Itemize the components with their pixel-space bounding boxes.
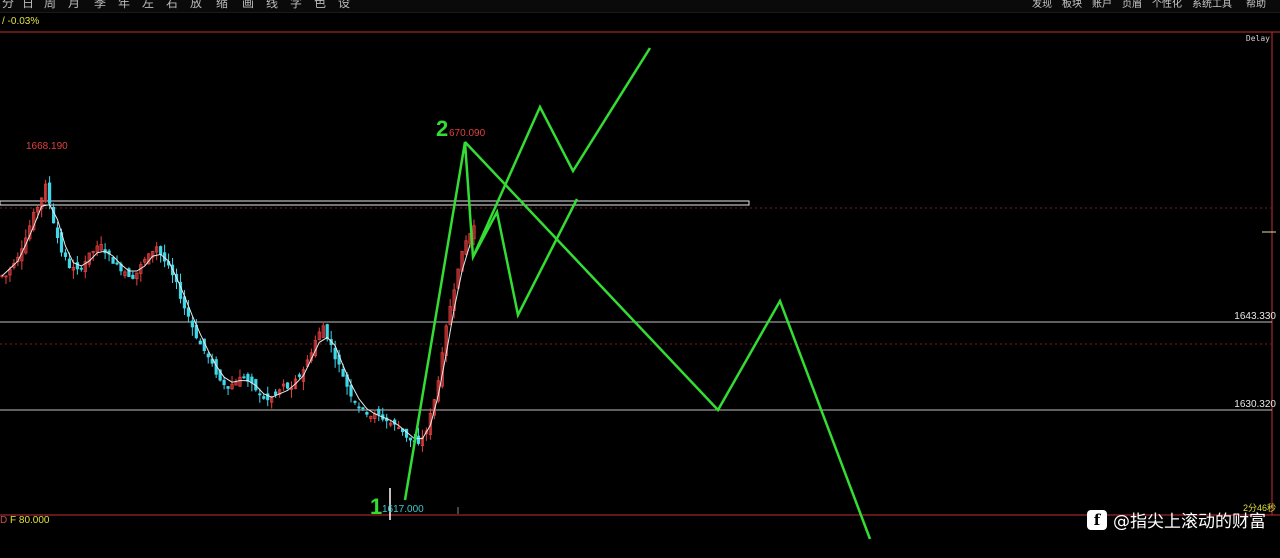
candle-body <box>242 376 246 379</box>
candle-body <box>349 384 353 397</box>
candle-body <box>353 400 357 403</box>
indicator-bottom-value: F 80.000 <box>10 515 50 526</box>
resistance-band <box>0 200 750 206</box>
candle-body <box>206 353 210 358</box>
candle-body <box>361 407 365 410</box>
candlestick-series <box>0 176 476 452</box>
candle-body <box>79 267 83 270</box>
candle-body <box>258 393 262 396</box>
candle-body <box>190 320 194 328</box>
watermark-text: @指尖上滚动的财富 <box>1113 512 1266 532</box>
candle-body <box>226 386 230 389</box>
price-tag-1630: 1630.320 <box>1234 399 1276 410</box>
candle-body <box>115 262 119 265</box>
wave-label-2: 2 <box>436 116 449 141</box>
candle-body <box>47 182 52 204</box>
price-tag-1643: 1643.330 <box>1234 311 1276 322</box>
low-label: 1617.000 <box>382 504 424 515</box>
indicator-bottom: D F 80.000 <box>0 515 50 526</box>
candle-body <box>262 396 266 399</box>
indicator-bottom-label: D <box>0 515 8 526</box>
candle-body <box>377 408 381 415</box>
facebook-icon: f <box>1087 509 1107 530</box>
wave-projection-up <box>403 141 579 501</box>
candle-body <box>222 379 226 386</box>
candle-body <box>111 257 115 264</box>
candle-body <box>341 368 345 377</box>
candle-body <box>325 324 329 340</box>
peak-left-label: 1668.190 <box>26 141 68 152</box>
candle-body <box>55 227 60 239</box>
candle-body <box>274 391 278 396</box>
candle-body <box>416 435 421 444</box>
candle-body <box>297 374 302 377</box>
candle-body <box>131 274 135 279</box>
indicator-change: / -0.03% <box>2 16 40 27</box>
candle-body <box>159 246 163 255</box>
candle-body <box>408 437 413 441</box>
watermark: f @指尖上滚动的财富 <box>1087 507 1266 532</box>
candle-body <box>67 258 72 269</box>
peak-right-label: 670.090 <box>449 128 486 139</box>
price-chart[interactable] <box>0 0 1280 558</box>
candle-body <box>365 411 369 415</box>
candle-body <box>357 406 361 409</box>
wave-projection-down <box>464 141 872 540</box>
candle-body <box>285 382 290 389</box>
candle-body <box>63 252 68 257</box>
delay-label: Delay <box>1245 34 1270 43</box>
candle-body <box>198 340 202 345</box>
candle-body <box>333 347 337 360</box>
wave-label-1: 1 <box>370 494 383 519</box>
